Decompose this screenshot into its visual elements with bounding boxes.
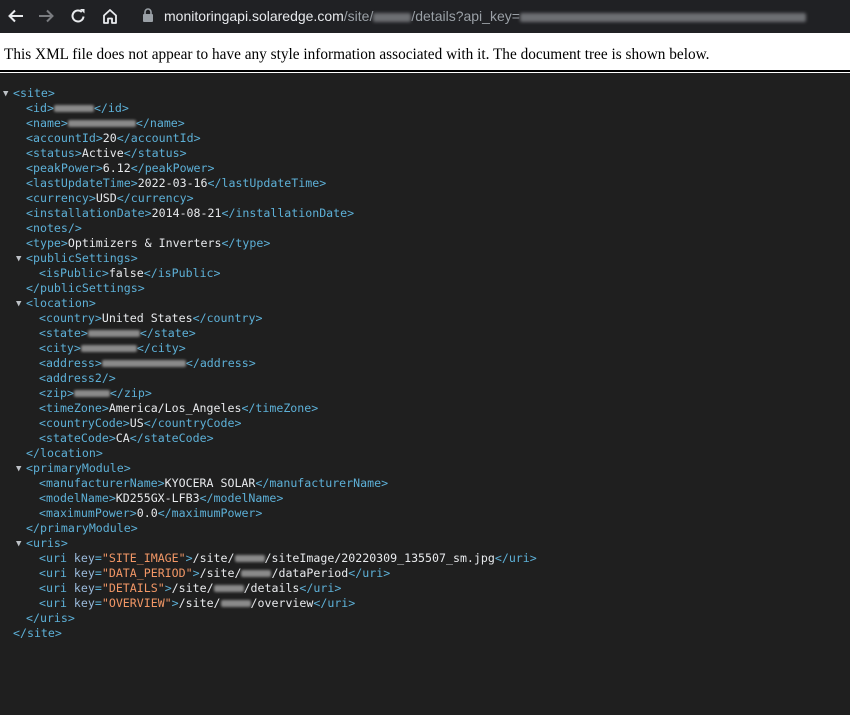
redacted-state	[87, 330, 140, 337]
back-button[interactable]	[4, 4, 28, 28]
url-text: monitoringapi.solaredge.com/site/ /detail…	[164, 8, 806, 25]
location-close: </location>	[26, 446, 103, 460]
url-path-details: /details?api_key=	[411, 8, 520, 24]
xml-line-uri-overview: <uri key="OVERVIEW">/site//overview</uri…	[39, 596, 356, 610]
xml-line-maximumPower: <maximumPower>0.0</maximumPower>	[39, 506, 263, 520]
xml-info-banner: This XML file does not appear to have an…	[0, 33, 850, 73]
redacted-id	[53, 105, 94, 112]
arrow-left-icon	[8, 9, 23, 23]
xml-line-stateCode: <stateCode>CA</stateCode>	[39, 431, 214, 445]
lock-icon	[143, 8, 153, 22]
uris-close: </uris>	[26, 611, 75, 625]
xml-line-installationDate: <installationDate>2014-08-21</installati…	[26, 206, 355, 220]
site-open: ▼ <site>	[3, 86, 55, 102]
redacted-api-key	[519, 12, 806, 22]
home-icon	[103, 9, 117, 24]
xml-line-uri-details: <uri key="DETAILS">/site//details</uri>	[39, 581, 342, 595]
uris-open: ▼ <uris>	[16, 536, 68, 552]
xml-line-peakPower: <peakPower>6.12</peakPower>	[26, 161, 215, 175]
xml-line-address2: <address2/>	[39, 371, 116, 385]
collapse-triangle-icon[interactable]: ▼	[16, 252, 21, 267]
arrow-right-icon	[39, 9, 54, 23]
xml-line-uri-data-period: <uri key="DATA_PERIOD">/site//dataPeriod…	[39, 566, 391, 580]
xml-line-notes: <notes/>	[26, 221, 82, 235]
xml-line-modelName: <modelName>KD255GX-LFB3</modelName>	[39, 491, 284, 505]
xml-line-timeZone: <timeZone>America/Los_Angeles</timeZone>	[39, 401, 319, 415]
location-open: ▼ <location>	[16, 296, 96, 312]
primaryModule-close: </primaryModule>	[26, 521, 138, 535]
xml-line-uri-site-image: <uri key="SITE_IMAGE">/site//siteImage/2…	[39, 551, 537, 565]
xml-line-type: <type>Optimizers & Inverters</type>	[26, 236, 271, 250]
reload-icon	[71, 9, 85, 23]
banner-divider	[0, 70, 850, 72]
redacted-site-id	[373, 12, 412, 22]
publicSettings-close: </publicSettings>	[26, 281, 145, 295]
url-path-start: /site/	[343, 8, 374, 24]
xml-line-currency: <currency>USD</currency>	[26, 191, 194, 205]
xml-tree: ▼ <site> <id> </id> <name> </name> <account…	[0, 86, 537, 641]
browser-toolbar: monitoringapi.solaredge.com/site/ /detail…	[0, 0, 850, 33]
xml-line-accountId: <accountId>20</accountId>	[26, 131, 201, 145]
redacted-city	[80, 345, 137, 352]
xml-line-state: <state> </state>	[39, 326, 196, 340]
xml-line-manufacturerName: <manufacturerName>KYOCERA SOLAR</manufac…	[39, 476, 389, 490]
collapse-triangle-icon[interactable]: ▼	[16, 537, 21, 552]
publicSettings-open: ▼ <publicSettings>	[16, 251, 138, 267]
xml-line-id: <id> </id>	[26, 101, 129, 115]
xml-line-countryCode: <countryCode>US</countryCode>	[39, 416, 242, 430]
redacted-site-id	[213, 585, 244, 592]
redacted-site-id	[234, 555, 265, 562]
xml-line-lastUpdateTime: <lastUpdateTime>2022-03-16</lastUpdateTi…	[26, 176, 327, 190]
collapse-triangle-icon[interactable]: ▼	[16, 297, 21, 312]
xml-line-isPublic: <isPublic>false</isPublic>	[39, 266, 221, 280]
xml-line-zip: <zip> </zip>	[39, 386, 152, 400]
collapse-triangle-icon[interactable]: ▼	[16, 462, 21, 477]
reload-button[interactable]	[66, 4, 90, 28]
xml-line-status: <status>Active</status>	[26, 146, 187, 160]
address-bar[interactable]: monitoringapi.solaredge.com/site/ /detail…	[136, 3, 850, 30]
primaryModule-open: ▼ <primaryModule>	[16, 461, 131, 477]
redacted-name	[67, 120, 136, 127]
forward-button[interactable]	[34, 4, 58, 28]
xml-line-city: <city> </city>	[39, 341, 186, 355]
site-close: </site>	[13, 626, 62, 640]
collapse-triangle-icon[interactable]: ▼	[3, 87, 8, 102]
redacted-zip	[73, 390, 110, 397]
redacted-address	[101, 360, 186, 367]
url-domain: monitoringapi.solaredge.com	[164, 8, 344, 24]
redacted-site-id	[241, 570, 272, 577]
home-button[interactable]	[98, 4, 122, 28]
xml-info-text: This XML file does not appear to have an…	[4, 46, 710, 63]
redacted-site-id	[220, 600, 251, 607]
xml-line-name: <name> </name>	[26, 116, 185, 130]
xml-line-country: <country>United States</country>	[39, 311, 263, 325]
xml-line-address: <address> </address>	[39, 356, 256, 370]
